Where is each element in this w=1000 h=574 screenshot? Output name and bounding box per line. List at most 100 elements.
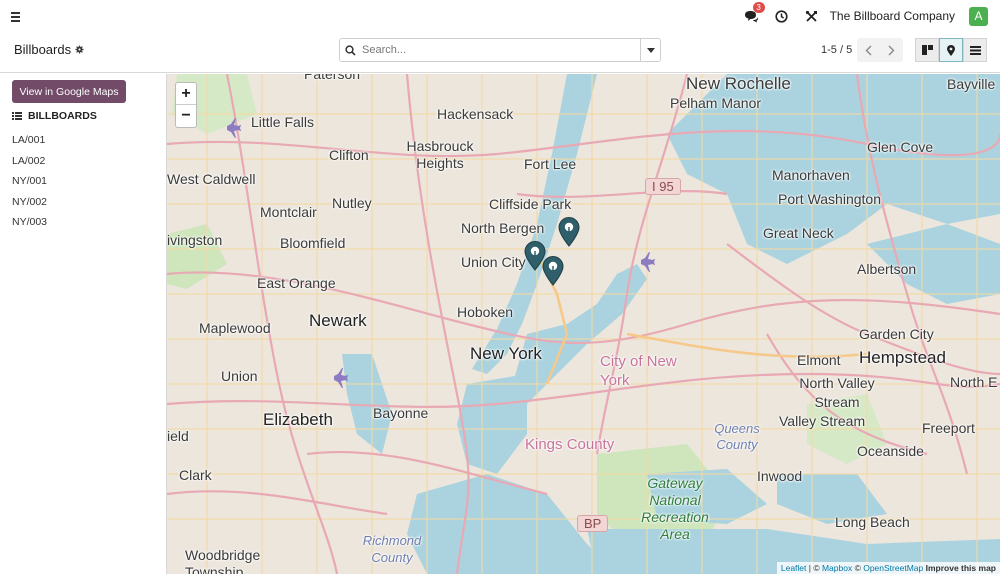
map-label: Cliffside Park [489,196,572,212]
map-label: Nutley [332,195,372,211]
map-label: Woodbridge Township [185,547,261,574]
improve-map-link[interactable]: Improve this map [926,563,996,573]
map-label: Inwood [757,468,803,484]
zoom-out-button[interactable]: − [176,105,196,127]
highway-shield: BP [577,515,609,532]
billboard-marker[interactable] [558,217,580,247]
map-label: ield [167,428,189,444]
map-marker-icon [947,44,955,56]
map-canvas[interactable]: Paterson New Rochelle Bayville Pelham Ma… [167,74,1000,574]
map-label: Maplewood [199,320,271,336]
attribution-separator: | © [806,563,822,573]
map-label: Bayonne [373,405,429,421]
map-label: Garden City [859,326,934,342]
map-label: Elmont [797,352,841,368]
pager-previous-button[interactable] [857,38,880,62]
openstreetmap-link[interactable]: OpenStreetMap [863,563,923,573]
zoom-control: + − [175,82,197,128]
search-icon [340,39,360,61]
map-label: North E [950,374,998,390]
map-label: Union [221,368,258,384]
breadcrumb: Billboards [14,42,84,57]
map-label: Great Neck [763,225,834,241]
pager-value[interactable]: 1-5 / 5 [821,44,852,56]
map-label: Valley Stream [779,413,866,429]
map-label: Gateway National Recreation Area [641,475,709,542]
map-attribution: Leaflet | © Mapbox © OpenStreetMap Impro… [776,562,1000,574]
messages-icon[interactable]: 3 [744,2,765,24]
map-label: North Valley Stream [799,375,875,410]
map-label: Montclair [260,204,317,220]
highway-shield: I 95 [645,178,681,195]
mapbox-link[interactable]: Mapbox [822,563,852,573]
map-label: Bayville [947,76,996,92]
map-label: Manorhaven [772,167,850,183]
map-label: Little Falls [251,114,315,130]
search-input[interactable] [360,39,640,61]
billboard-marker[interactable] [542,256,564,286]
map-label: Hasbrouck Heights [406,138,474,171]
section-title: BILLBOARDS [28,110,97,122]
user-avatar[interactable]: A [969,6,988,26]
map-label: Pelham Manor [670,95,762,111]
list-icon [12,112,22,120]
tools-icon[interactable] [804,8,820,24]
map-label: Hackensack [437,106,514,122]
map-label: New Rochelle [686,74,791,93]
leaflet-link[interactable]: Leaflet [781,563,807,573]
map-label: City of New York [600,353,677,389]
map-label: Newark [309,311,367,330]
top-navbar: 3 The Billboard Company A [0,0,1000,32]
map-label: Union City [461,254,526,270]
gear-icon[interactable] [75,45,84,54]
list-icon [969,45,981,55]
map-label: Kings County [525,436,615,453]
pager-next-button[interactable] [880,38,903,62]
zoom-in-button[interactable]: + [176,83,196,105]
chevron-right-icon [888,45,895,55]
map-label: Paterson [304,74,361,82]
map-label: New York [470,344,542,363]
map-label: Long Beach [835,514,910,530]
map-sidebar: View in Google Maps BILLBOARDS LA/001 LA… [0,74,167,574]
list-item[interactable]: LA/001 [12,132,47,153]
systray: 3 The Billboard Company A [744,2,988,26]
pager-buttons [857,38,903,62]
view-in-google-maps-button[interactable]: View in Google Maps [12,80,126,103]
map-label: Hoboken [457,304,514,320]
billboards-section-header: BILLBOARDS [12,110,97,122]
list-view-button[interactable] [963,38,987,62]
hamburger-menu-icon[interactable] [8,7,26,25]
company-switcher[interactable]: The Billboard Company [830,9,955,23]
map-label: Albertson [857,261,917,277]
map-label: Clifton [329,147,369,163]
kanban-icon [921,45,933,55]
activity-clock-icon[interactable] [774,8,790,24]
map-label: Port Washington [778,191,881,207]
billboard-list: LA/001 LA/002 NY/001 NY/002 NY/003 [12,132,47,235]
control-panel: Billboards 1-5 / 5 [0,32,1000,73]
map-label: Glen Cove [867,139,934,155]
map-label: West Caldwell [167,171,256,187]
map-label: Oceanside [857,443,924,459]
search-bar [339,38,661,62]
map-label: Bloomfield [280,235,346,251]
map-label: ivingston [167,232,223,248]
list-item[interactable]: NY/001 [12,173,47,194]
map-label: North Bergen [461,220,545,236]
kanban-view-button[interactable] [915,38,939,62]
map-label: Queens County [714,421,760,452]
map-label: Richmond County [362,533,422,565]
map-label: Hempstead [859,348,946,367]
list-item[interactable]: NY/003 [12,214,47,235]
list-item[interactable]: NY/002 [12,194,47,215]
view-switcher [915,38,987,62]
search-options-toggle[interactable] [640,39,660,61]
page-title: Billboards [14,42,72,57]
messages-count-badge: 3 [752,2,765,13]
chevron-left-icon [865,45,872,55]
map-label: Elizabeth [263,410,333,429]
list-item[interactable]: LA/002 [12,153,47,174]
map-view-button[interactable] [939,38,963,62]
map-label: Clark [179,467,212,483]
